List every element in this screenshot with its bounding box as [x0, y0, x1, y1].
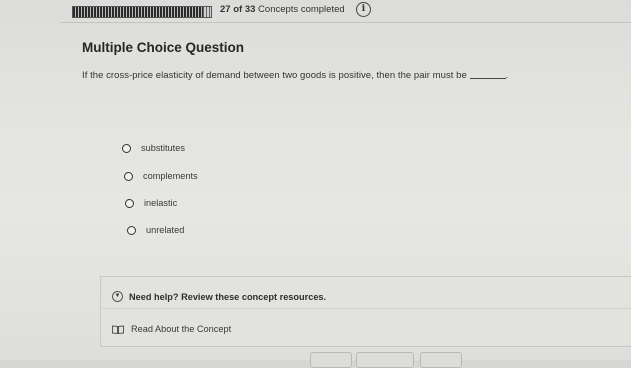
completed-label: Concepts completed: [258, 4, 345, 15]
option-label: inelastic: [144, 198, 178, 208]
progress-remaining: [202, 7, 211, 17]
progress-text: 27 of 33 Concepts completed: [220, 4, 345, 15]
option-inelastic[interactable]: inelastic: [125, 198, 177, 208]
question-type-title: Multiple Choice Question: [82, 40, 245, 55]
bottom-button[interactable]: [356, 352, 414, 368]
question-prompt: If the cross-price elasticity of demand …: [82, 70, 508, 81]
page: 27 of 33 Concepts completed i Multiple C…: [0, 0, 631, 368]
answer-blank: [469, 78, 506, 79]
question-prompt-suffix: .: [505, 70, 509, 81]
option-label: complements: [143, 171, 198, 181]
concepts-progress-bar: [72, 6, 212, 18]
option-unrelated[interactable]: unrelated: [127, 225, 184, 235]
need-help-toggle[interactable]: ▼ Need help? Review these concept resour…: [112, 291, 326, 302]
radio-button[interactable]: [127, 225, 136, 235]
bottom-divider: [100, 346, 631, 347]
need-help-label: Need help? Review these concept resource…: [129, 291, 327, 302]
total-count: 33: [244, 4, 256, 15]
info-icon[interactable]: i: [356, 2, 371, 17]
bottom-button[interactable]: [310, 352, 352, 368]
question-prompt-text: If the cross-price elasticity of demand …: [82, 70, 467, 81]
chevron-down-icon: ▼: [112, 291, 123, 302]
read-about-concept-link[interactable]: Read About the Concept: [112, 324, 231, 334]
help-resources-panel: [100, 276, 631, 347]
header-divider: [60, 22, 631, 23]
radio-button[interactable]: [122, 143, 131, 153]
of-word: of: [233, 4, 243, 15]
radio-button[interactable]: [124, 171, 133, 181]
read-about-concept-label: Read About the Concept: [131, 324, 232, 334]
option-complements[interactable]: complements: [124, 171, 198, 181]
completed-count: 27: [220, 4, 231, 15]
book-icon: [112, 324, 124, 334]
option-label: unrelated: [146, 225, 185, 235]
help-divider: [100, 308, 631, 309]
option-substitutes[interactable]: substitutes: [122, 143, 185, 153]
option-label: substitutes: [141, 143, 185, 153]
bottom-button[interactable]: [420, 352, 462, 368]
radio-button[interactable]: [125, 198, 134, 208]
